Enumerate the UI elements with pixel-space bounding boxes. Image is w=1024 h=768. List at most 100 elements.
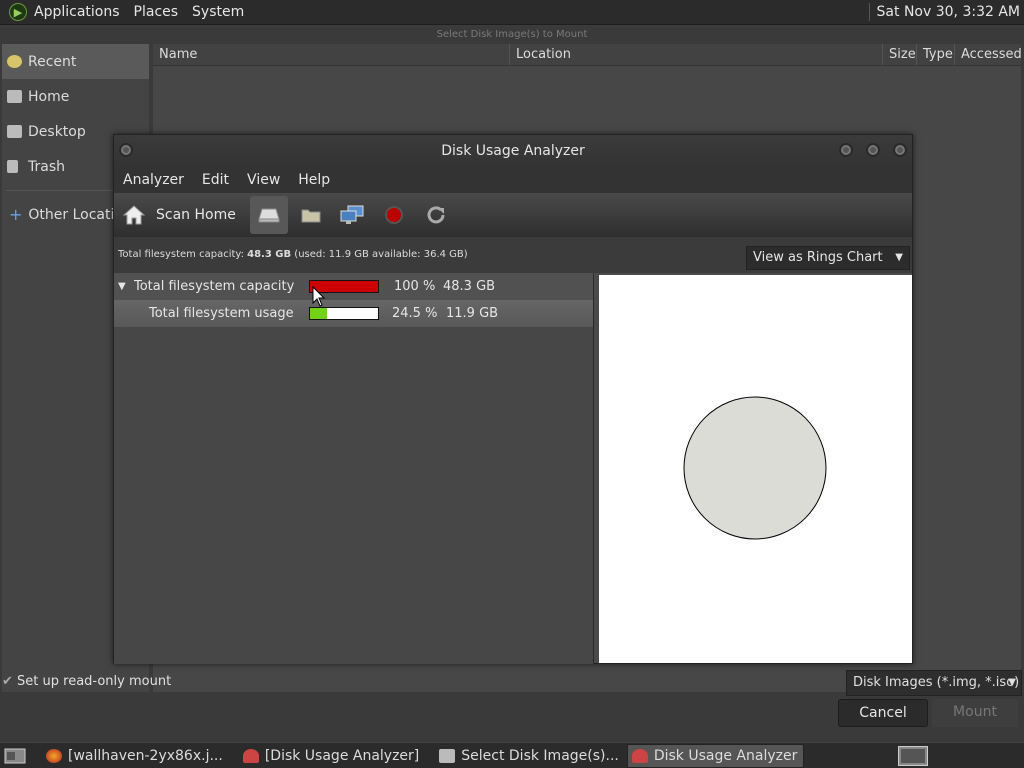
- firefox-icon: [46, 748, 62, 763]
- drive-icon: [258, 208, 280, 223]
- chart-type-value: View as Rings Chart: [753, 250, 883, 265]
- row-size: 11.9 GB: [446, 306, 499, 321]
- taskbar-item-select-disk-image[interactable]: Select Disk Image(s)...: [435, 744, 625, 768]
- summary-prefix: Total filesystem capacity:: [118, 249, 248, 260]
- panel-separator: [868, 3, 871, 21]
- rings-chart-canvas: [683, 396, 827, 540]
- home-folder-icon: [7, 90, 22, 103]
- plus-icon: +: [9, 205, 23, 224]
- rings-chart[interactable]: [599, 275, 912, 663]
- sidebar-item-label: Desktop: [28, 123, 86, 140]
- mount-button[interactable]: Mount: [932, 699, 1018, 727]
- cancel-button[interactable]: Cancel: [838, 699, 928, 727]
- row-size: 48.3 GB: [443, 279, 496, 294]
- tree-row-usage[interactable]: Total filesystem usage 24.5 % 11.9 GB: [114, 286, 593, 327]
- taskbar-item-disk-usage-minimized[interactable]: [Disk Usage Analyzer]: [239, 744, 425, 768]
- clock[interactable]: Sat Nov 30, 3:32 AM: [877, 4, 1020, 20]
- show-desktop-button[interactable]: [0, 744, 30, 768]
- disk-usage-analyzer-window: Disk Usage Analyzer Analyzer Edit View H…: [113, 134, 913, 664]
- column-type[interactable]: Type: [917, 44, 955, 65]
- row-name: Total filesystem capacity: [134, 279, 295, 294]
- taskbar-item-disk-usage-active[interactable]: Disk Usage Analyzer: [626, 743, 805, 768]
- sidebar-item-label: Trash: [28, 158, 65, 175]
- row-percent: 24.5 %: [392, 306, 438, 321]
- taskbar: [wallhaven-2yx86x.j... [Disk Usage Analy…: [0, 742, 1024, 768]
- usage-bar-fill: [310, 308, 327, 319]
- menubar: Analyzer Edit View Help: [114, 167, 912, 193]
- column-size[interactable]: Size: [883, 44, 917, 65]
- readonly-checkbox[interactable]: ✔ Set up read-only mount: [2, 674, 171, 689]
- show-desktop-icon: [4, 748, 26, 763]
- root-ring[interactable]: [683, 396, 827, 540]
- taskbar-item-label: [Disk Usage Analyzer]: [264, 747, 420, 764]
- reload-icon: [427, 206, 445, 224]
- stop-icon: [384, 206, 403, 224]
- trash-icon: [7, 160, 18, 173]
- scan-home-button[interactable]: Scan Home: [122, 196, 236, 234]
- sidebar-item-recent[interactable]: Recent: [2, 44, 149, 79]
- reload-button[interactable]: [418, 196, 454, 234]
- sidebar-item-label: Home: [28, 88, 70, 105]
- sidebar-item-label: Recent: [28, 53, 77, 70]
- places-menu[interactable]: Places: [127, 0, 186, 25]
- disk-usage-icon: [631, 748, 648, 763]
- menu-edit[interactable]: Edit: [193, 172, 238, 188]
- summary-capacity: 48.3 GB: [247, 249, 292, 260]
- taskbar-item-label: [wallhaven-2yx86x.j...: [68, 747, 223, 764]
- menu-logo-icon[interactable]: ▶: [9, 3, 27, 21]
- menu-view[interactable]: View: [238, 172, 289, 188]
- network-icon: [340, 205, 364, 224]
- chooser-title: Select Disk Image(s) to Mount: [436, 29, 588, 40]
- home-icon: [122, 205, 146, 225]
- usage-bar: [309, 307, 379, 320]
- window-menu-button[interactable]: [119, 143, 133, 157]
- row-percent: 100 %: [394, 279, 436, 294]
- menu-help[interactable]: Help: [289, 172, 339, 188]
- minimize-button[interactable]: [839, 143, 853, 157]
- readonly-label: Set up read-only mount: [17, 674, 172, 689]
- row-name: Total filesystem usage: [149, 306, 294, 321]
- taskbar-item-label: Disk Usage Analyzer: [653, 747, 798, 764]
- scan-remote-button[interactable]: [334, 196, 370, 234]
- sidebar-item-home[interactable]: Home: [2, 79, 149, 114]
- folder-icon: [301, 209, 321, 223]
- summary-suffix: (used: 11.9 GB available: 36.4 GB): [291, 249, 468, 260]
- filesystem-summary: Total filesystem capacity: 48.3 GB (used…: [118, 249, 468, 260]
- checkmark-icon: ✔: [2, 674, 13, 689]
- column-name[interactable]: Name: [153, 44, 510, 65]
- expander-arrow-icon[interactable]: ▼: [118, 281, 134, 292]
- window-icon: [439, 748, 456, 763]
- chart-type-select[interactable]: View as Rings Chart ▼: [746, 246, 910, 270]
- column-accessed[interactable]: Accessed: [955, 44, 1022, 65]
- filter-value: Disk Images (*.img, *.iso): [853, 675, 1020, 690]
- stop-button[interactable]: [376, 196, 412, 234]
- status-bar: Total filesystem capacity: 48.3 GB (used…: [114, 237, 912, 273]
- applications-menu[interactable]: Applications: [27, 0, 127, 25]
- file-filter-select[interactable]: Disk Images (*.img, *.iso) ▼: [846, 670, 1022, 696]
- tree-row-capacity[interactable]: ▼ Total filesystem capacity 100 % 48.3 G…: [114, 273, 593, 300]
- window-titlebar[interactable]: Disk Usage Analyzer: [114, 135, 912, 167]
- file-list-header: Name Location Size Type Accessed: [153, 44, 1022, 66]
- menu-analyzer[interactable]: Analyzer: [114, 172, 193, 188]
- desktop-folder-icon: [7, 125, 22, 138]
- system-menu[interactable]: System: [185, 0, 251, 25]
- chevron-down-icon: ▼: [1008, 677, 1016, 688]
- close-button[interactable]: [893, 143, 907, 157]
- scan-folder-button[interactable]: [294, 196, 328, 234]
- mouse-cursor-icon: [312, 286, 326, 307]
- top-panel: ▶ Applications Places System Sat Nov 30,…: [0, 0, 1024, 25]
- disk-usage-icon: [242, 748, 259, 763]
- usage-tree[interactable]: ▼ Total filesystem capacity 100 % 48.3 G…: [114, 273, 594, 664]
- column-location[interactable]: Location: [510, 44, 883, 65]
- workspace-switcher[interactable]: [898, 744, 928, 768]
- toolbar: Scan Home: [114, 193, 912, 237]
- scan-filesystem-button[interactable]: [249, 196, 288, 234]
- scan-home-label: Scan Home: [156, 207, 236, 223]
- maximize-button[interactable]: [866, 143, 880, 157]
- taskbar-item-wallhaven[interactable]: [wallhaven-2yx86x.j...: [42, 744, 229, 768]
- taskbar-item-label: Select Disk Image(s)...: [461, 747, 619, 764]
- workspace-1[interactable]: [898, 745, 928, 766]
- clock-icon: [7, 55, 22, 68]
- window-title: Disk Usage Analyzer: [441, 143, 585, 159]
- chevron-down-icon: ▼: [895, 252, 903, 263]
